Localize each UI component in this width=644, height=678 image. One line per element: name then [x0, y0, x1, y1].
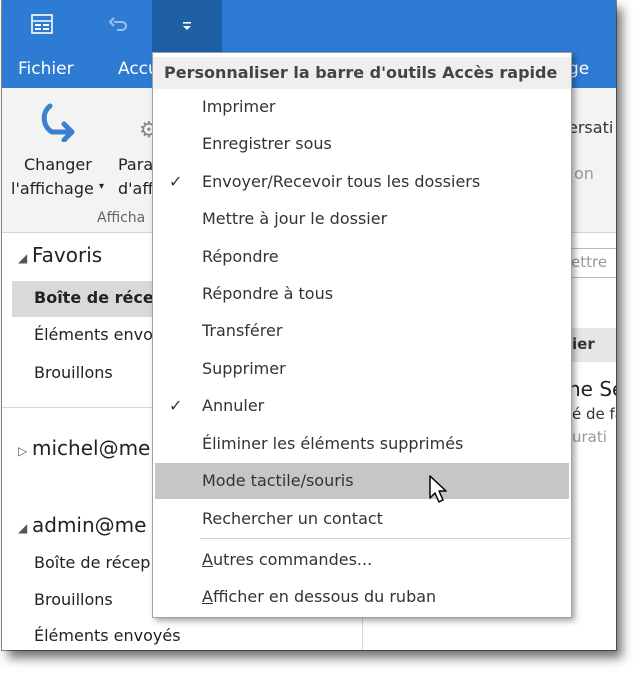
send-receive-icon[interactable]	[20, 0, 64, 48]
acc2-folder-inbox[interactable]: Boîte de récep	[34, 553, 150, 572]
title-bar	[2, 0, 616, 52]
menu-item-label: Afficher en dessous du ruban	[202, 587, 437, 606]
customize-qat-menu: Personnaliser la barre d'outils Accès ra…	[152, 52, 572, 618]
menu-item[interactable]: Mode tactile/souris	[155, 463, 569, 499]
menu-item[interactable]: Imprimer	[153, 89, 571, 125]
menu-item[interactable]: Répondre à tous	[153, 276, 571, 312]
menu-item-label: Annuler	[202, 396, 265, 415]
menu-item[interactable]: Afficher en dessous du ruban	[153, 579, 571, 615]
account2-header[interactable]: ◢ admin@me	[18, 513, 146, 537]
customize-qat-icon	[183, 22, 191, 30]
change-view-label-1[interactable]: Changer	[24, 155, 92, 174]
on-partial: on	[574, 164, 594, 183]
account1-header[interactable]: ▷ michel@me	[18, 436, 150, 460]
params-label-2[interactable]: d'aff	[118, 179, 153, 198]
search-placeholder: ettre	[571, 253, 608, 271]
group-label-view: Afficha	[97, 210, 146, 226]
menu-item[interactable]: Autres commandes...	[153, 542, 571, 578]
change-view-label-2[interactable]: l'affichage	[11, 179, 94, 198]
preview-line-2: é de fa	[572, 405, 616, 423]
account1-label: michel@me	[32, 436, 151, 460]
menu-item[interactable]: ✓ Envoyer/Recevoir tous les dossiers	[153, 164, 571, 200]
menu-item[interactable]: Transférer	[153, 313, 571, 349]
menu-item[interactable]: Supprimer	[153, 351, 571, 387]
menu-item-label: Mettre à jour le dossier	[202, 209, 388, 228]
menu-item-label: Éliminer les éléments supprimés	[202, 434, 464, 453]
menu-item[interactable]: Répondre	[153, 239, 571, 275]
tab-file[interactable]: Fichier	[18, 59, 74, 79]
acc2-folder-sent[interactable]: Éléments envoyés	[34, 626, 181, 645]
favorites-header[interactable]: ◢ Favoris	[18, 243, 102, 267]
acc2-folder-drafts[interactable]: Brouillons	[34, 590, 113, 609]
search-input[interactable]: ettre	[567, 248, 616, 278]
menu-item-label: Enregistrer sous	[202, 134, 332, 153]
menu-item-label: Autres commandes...	[202, 550, 373, 569]
menu-item[interactable]: Enregistrer sous	[153, 126, 571, 162]
preview-name[interactable]: ne Se	[568, 377, 616, 401]
preview-line-3: urati	[572, 428, 607, 446]
menu-item-label: Répondre à tous	[202, 284, 334, 303]
menu-item-label: Envoyer/Recevoir tous les dossiers	[202, 172, 481, 191]
menu-item[interactable]: Rechercher un contact	[153, 501, 571, 537]
conversation-partial[interactable]: ersati	[568, 118, 613, 137]
mouse-cursor-icon	[428, 474, 450, 508]
menu-item-label: Rechercher un contact	[202, 509, 383, 528]
menu-separator	[200, 538, 570, 539]
customize-qat-button[interactable]	[152, 0, 222, 52]
collapsed-triangle-icon[interactable]: ▷	[18, 444, 32, 458]
menu-title: Personnaliser la barre d'outils Accès ra…	[153, 57, 571, 89]
menu-item-label: Supprimer	[202, 359, 286, 378]
menu-item-label: Répondre	[202, 247, 279, 266]
undo-icon[interactable]	[97, 0, 141, 48]
expanded-triangle-icon[interactable]: ◢	[18, 521, 32, 535]
params-label-1[interactable]: Para	[118, 155, 153, 174]
chevron-down-icon[interactable]: ▾	[99, 181, 104, 192]
folder-sent[interactable]: Éléments envo	[34, 325, 153, 344]
checkmark-icon: ✓	[169, 396, 183, 415]
favorites-label: Favoris	[32, 243, 103, 267]
menu-item[interactable]: Mettre à jour le dossier	[153, 201, 571, 237]
folder-inbox[interactable]: Boîte de réce	[34, 288, 154, 307]
expanded-triangle-icon[interactable]: ◢	[18, 251, 32, 265]
menu-item-label: Transférer	[202, 321, 283, 340]
menu-item[interactable]: ✓ Annuler	[153, 388, 571, 424]
menu-item-label: Imprimer	[202, 97, 276, 116]
folder-drafts[interactable]: Brouillons	[34, 363, 113, 382]
change-view-icon	[40, 102, 84, 146]
column-header-label: ier	[572, 335, 595, 353]
menu-item-label: Mode tactile/souris	[202, 471, 354, 490]
account2-label: admin@me	[32, 513, 147, 537]
menu-item[interactable]: Éliminer les éléments supprimés	[153, 426, 571, 462]
checkmark-icon: ✓	[169, 172, 183, 191]
